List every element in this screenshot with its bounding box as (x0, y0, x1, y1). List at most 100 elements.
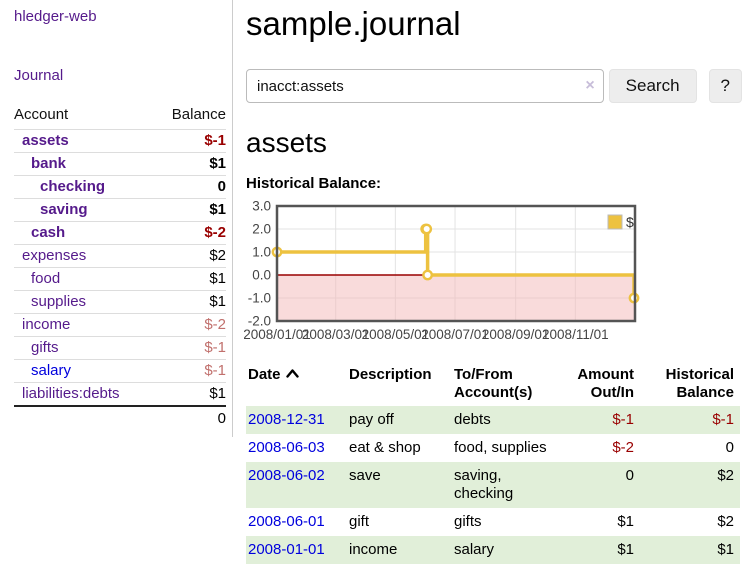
register-date-cell: 2008-06-01 (246, 508, 343, 536)
register-header-description: Description (343, 362, 448, 406)
register-balance: $2 (640, 508, 740, 536)
account-heading: assets (246, 127, 742, 159)
historical-balance-chart: 3.02.01.00.0-1.0-2.02008/01/012008/03/01… (244, 200, 644, 346)
register-row: 2008-06-01giftgifts$1$2 (246, 508, 740, 536)
register-amount: $1 (563, 508, 640, 536)
register-description: income (343, 536, 448, 564)
account-row: bank$1 (14, 153, 226, 176)
register-date-link[interactable]: 2008-06-02 (248, 467, 325, 484)
x-tick-label: 2008/05/01 (362, 327, 430, 342)
register-balance: $2 (640, 462, 740, 508)
register-date-cell: 2008-06-03 (246, 434, 343, 462)
account-row: food$1 (14, 268, 226, 291)
app-brand-link[interactable]: hledger-web (14, 8, 97, 25)
account-name-cell: liabilities:debts (14, 383, 154, 407)
y-tick-label: 0.0 (252, 268, 271, 283)
data-point-marker (423, 225, 431, 233)
account-name-cell: gifts (14, 337, 154, 360)
register-date-link[interactable]: 2008-12-31 (248, 411, 325, 428)
account-name-cell: supplies (14, 291, 154, 314)
account-name-cell: expenses (14, 245, 154, 268)
search-input[interactable] (246, 69, 604, 103)
account-link[interactable]: saving (40, 201, 88, 218)
accounts-header-account: Account (14, 103, 154, 130)
x-tick-label: 2008/07/01 (421, 327, 489, 342)
account-row: cash $-2 (14, 222, 226, 245)
account-link[interactable]: salary (31, 362, 71, 379)
account-link[interactable]: checking (40, 178, 105, 195)
register-header-row: Date Description To/From Account(s) Amou… (246, 362, 740, 406)
legend-label: $ (626, 214, 634, 230)
sidebar: hledger-web Journal Account Balance asse… (0, 0, 233, 437)
register-balance: 0 (640, 434, 740, 462)
y-tick-label: -1.0 (248, 291, 271, 306)
account-name-cell: cash (14, 222, 154, 245)
account-link[interactable]: bank (31, 155, 66, 172)
account-link[interactable]: gifts (31, 339, 59, 356)
account-link[interactable]: food (31, 270, 60, 287)
register-date-cell: 2008-12-31 (246, 406, 343, 434)
search-form: × Search ? (246, 69, 742, 103)
account-row: gifts$-1 (14, 337, 226, 360)
account-link[interactable]: assets (22, 132, 69, 149)
account-name-cell: salary (14, 360, 154, 383)
negative-region (277, 275, 635, 321)
account-link[interactable]: supplies (31, 293, 86, 310)
register-date-link[interactable]: 2008-06-01 (248, 513, 325, 530)
account-balance: $1 (154, 383, 226, 407)
register-date-link[interactable]: 2008-01-01 (248, 541, 325, 558)
search-button[interactable]: Search (609, 69, 697, 103)
page-title: sample.journal (246, 6, 742, 42)
register-description: pay off (343, 406, 448, 434)
x-tick-label: 2008/01/01 (244, 327, 311, 342)
sort-ascending-icon (286, 369, 299, 378)
account-link[interactable]: cash (31, 224, 65, 241)
accounts-header-row: Account Balance (14, 103, 226, 130)
register-date-cell: 2008-06-02 (246, 462, 343, 508)
register-header-date[interactable]: Date (246, 362, 343, 406)
accounts-total-value: 0 (154, 406, 226, 431)
accounts-table: Account Balance assets$-1bank$1checking0… (14, 103, 226, 431)
account-balance: $-2 (154, 222, 226, 245)
account-row: checking 0 (14, 176, 226, 199)
account-balance: $-1 (154, 360, 226, 383)
register-accounts: debts (448, 406, 563, 434)
register-balance: $-1 (640, 406, 740, 434)
account-link[interactable]: expenses (22, 247, 86, 264)
chart-title: Historical Balance: (246, 175, 742, 192)
register-date-link[interactable]: 2008-06-03 (248, 439, 325, 456)
clear-search-icon[interactable]: × (585, 77, 594, 95)
account-name-cell: saving (14, 199, 154, 222)
account-link[interactable]: liabilities:debts (22, 385, 120, 402)
search-box: × (246, 69, 604, 103)
register-date-cell: 2008-01-01 (246, 536, 343, 564)
register-accounts: salary (448, 536, 563, 564)
accounts-total-row: 0 (14, 406, 226, 431)
y-tick-label: 2.0 (252, 222, 271, 237)
x-tick-label: 2008/09/01 (482, 327, 550, 342)
nav-journal-link[interactable]: Journal (14, 67, 63, 84)
account-balance: 0 (154, 176, 226, 199)
account-balance: $2 (154, 245, 226, 268)
x-tick-label: 2008/11/01 (542, 327, 609, 342)
account-row: salary $-1 (14, 360, 226, 383)
register-row: 2008-01-01incomesalary$1$1 (246, 536, 740, 564)
account-balance: $1 (154, 291, 226, 314)
account-name-cell: checking (14, 176, 154, 199)
register-header-balance: Historical Balance (640, 362, 740, 406)
register-header-accounts: To/From Account(s) (448, 362, 563, 406)
register-header-amount: Amount Out/In (563, 362, 640, 406)
register-table: Date Description To/From Account(s) Amou… (246, 362, 740, 564)
account-link[interactable]: income (22, 316, 70, 333)
account-name-cell: bank (14, 153, 154, 176)
y-tick-label: 3.0 (252, 200, 271, 214)
register-row: 2008-06-02savesaving, checking0$2 (246, 462, 740, 508)
register-row: 2008-12-31pay offdebts$-1$-1 (246, 406, 740, 434)
register-accounts: gifts (448, 508, 563, 536)
help-button[interactable]: ? (709, 69, 742, 103)
register-description: save (343, 462, 448, 508)
account-row: saving$1 (14, 199, 226, 222)
account-row: assets$-1 (14, 130, 226, 153)
register-balance: $1 (640, 536, 740, 564)
register-row: 2008-06-03eat & shopfood, supplies$-20 (246, 434, 740, 462)
